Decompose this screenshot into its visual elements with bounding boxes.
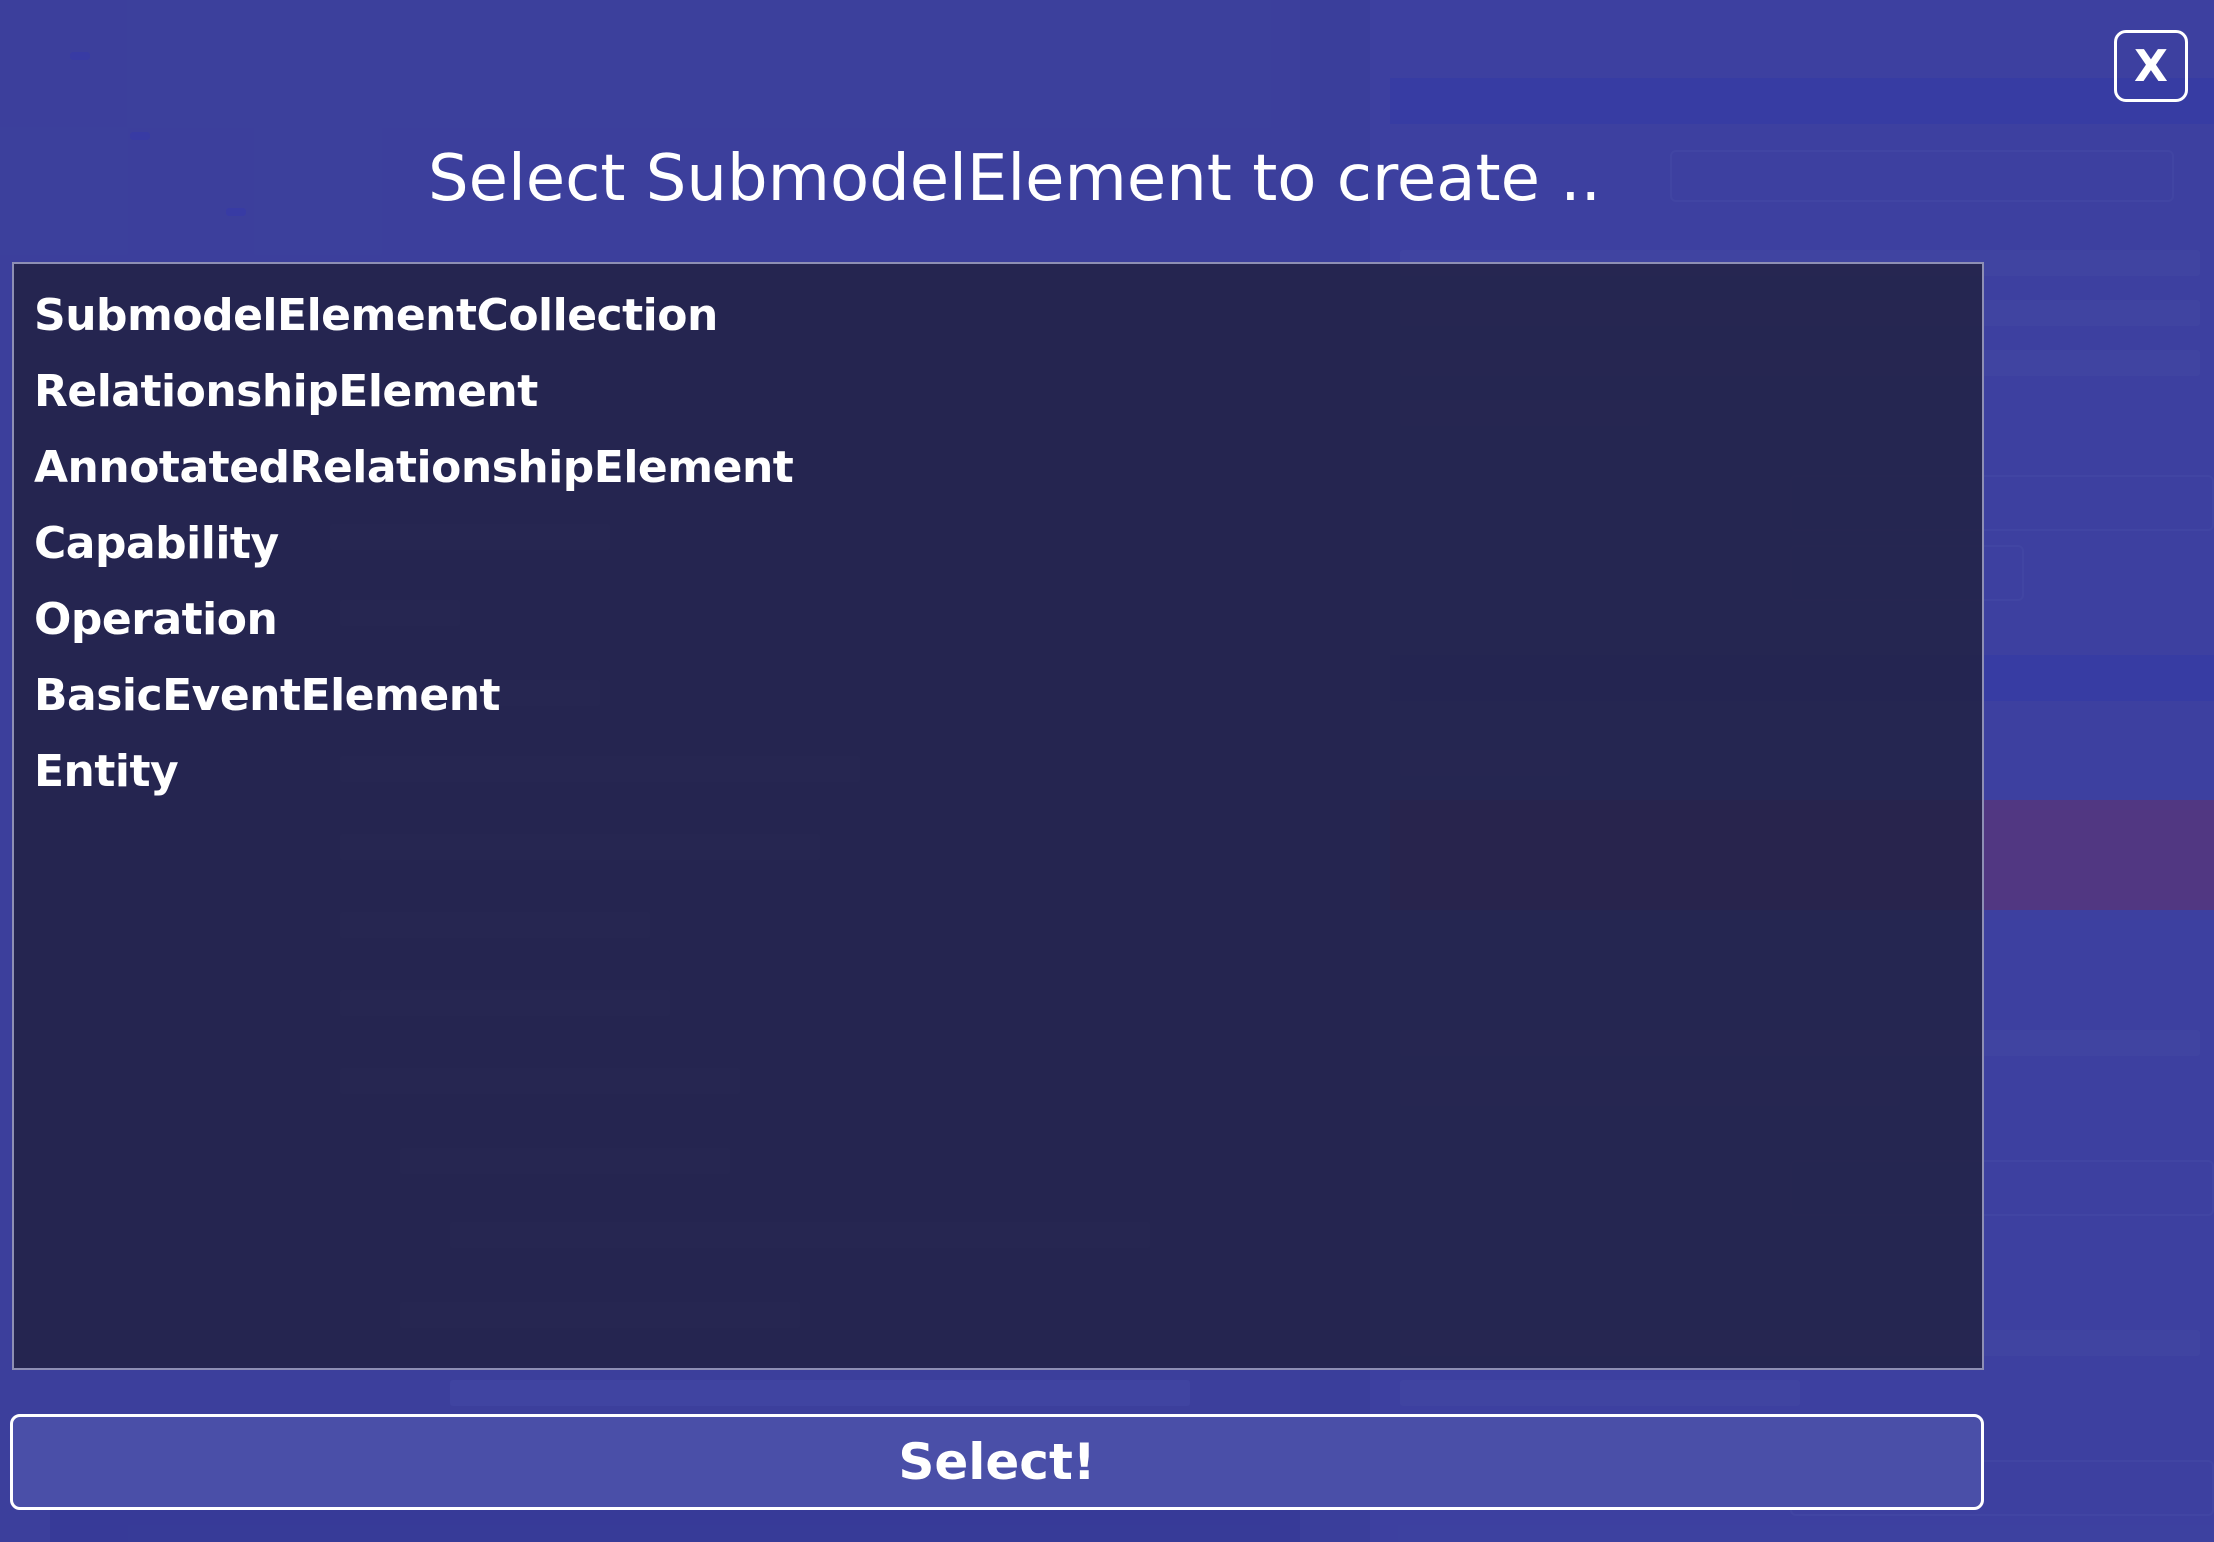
list-item-operation[interactable]: Operation xyxy=(34,582,1962,658)
list-item-annotated-relationship-element[interactable]: AnnotatedRelationshipElement xyxy=(34,430,1962,506)
list-item-entity[interactable]: Entity xyxy=(34,734,1962,810)
element-type-list[interactable]: SubmodelElementCollection RelationshipEl… xyxy=(12,262,1984,1370)
list-item-submodel-element-collection[interactable]: SubmodelElementCollection xyxy=(34,278,1962,354)
dialog-title: Select SubmodelElement to create .. xyxy=(428,142,1601,216)
modal-overlay: X Select SubmodelElement to create .. Su… xyxy=(0,0,2214,1542)
list-item-capability[interactable]: Capability xyxy=(34,506,1962,582)
select-button[interactable]: Select! xyxy=(10,1414,1984,1510)
close-button[interactable]: X xyxy=(2114,30,2188,102)
list-item-relationship-element[interactable]: RelationshipElement xyxy=(34,354,1962,430)
list-item-basic-event-element[interactable]: BasicEventElement xyxy=(34,658,1962,734)
